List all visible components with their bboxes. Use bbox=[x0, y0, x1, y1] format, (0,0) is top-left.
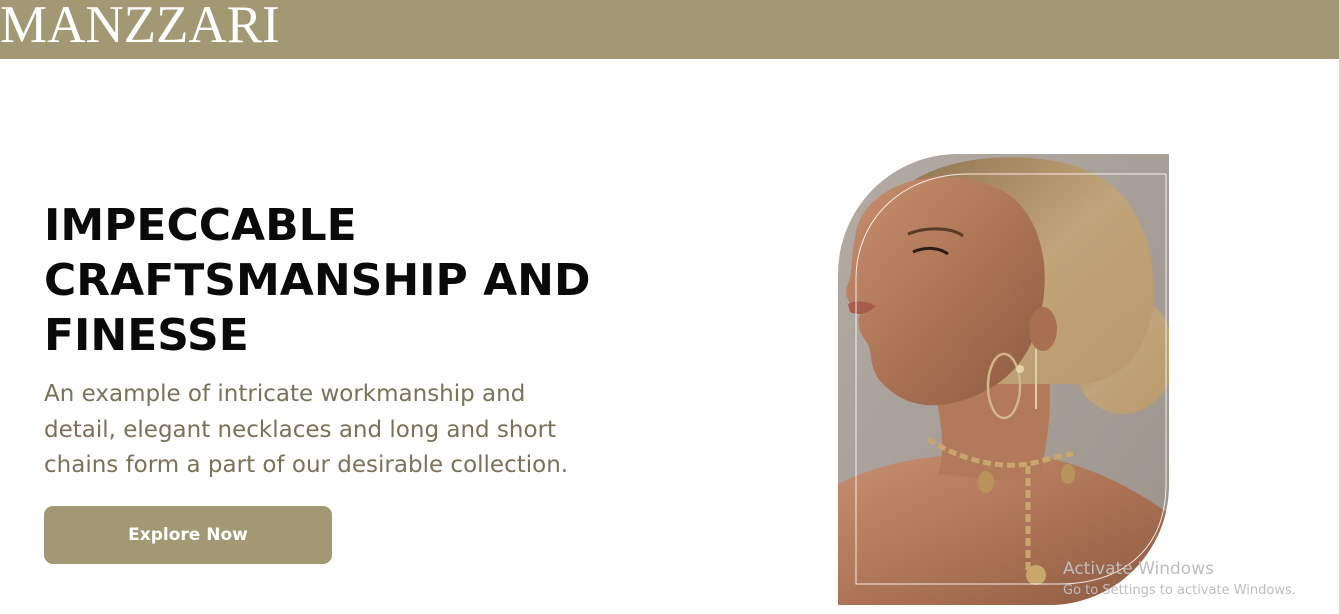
brand-logo[interactable]: MANZZARI bbox=[0, 0, 280, 54]
site-header: MANZZARI bbox=[0, 0, 1341, 59]
activate-windows-watermark: Activate Windows Go to Settings to activ… bbox=[1063, 558, 1296, 602]
watermark-subtitle: Go to Settings to activate Windows. bbox=[1063, 583, 1296, 598]
hero-image bbox=[838, 154, 1169, 605]
explore-now-button[interactable]: Explore Now bbox=[44, 506, 332, 564]
hero-description: An example of intricate workmanship and … bbox=[44, 381, 569, 478]
watermark-title: Activate Windows bbox=[1063, 559, 1214, 579]
hero-headline: IMPECCABLE CRAFTSMANSHIP AND FINESSE bbox=[44, 200, 591, 361]
model-portrait-illustration bbox=[838, 154, 1169, 605]
